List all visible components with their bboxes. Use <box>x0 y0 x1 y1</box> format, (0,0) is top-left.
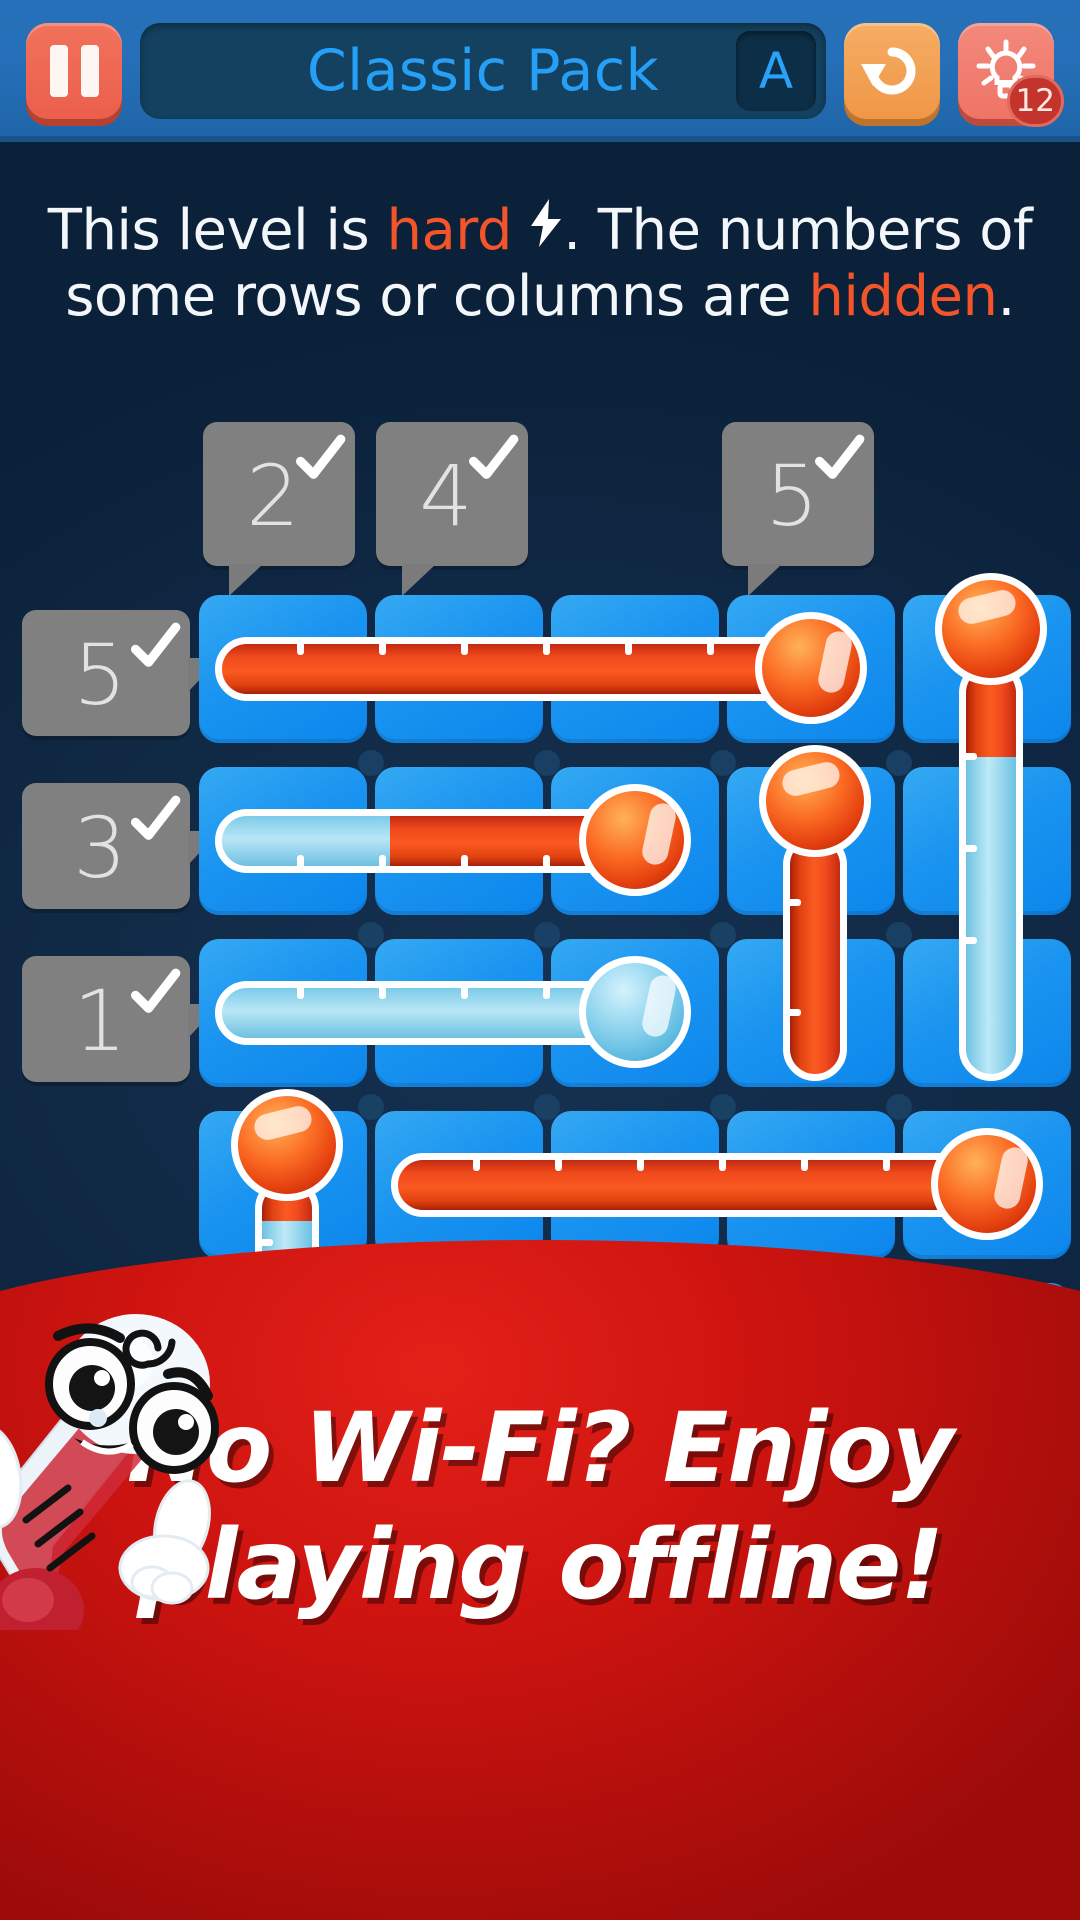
level-instruction: This level is hard . The numbers of some… <box>0 198 1080 330</box>
checkmark-icon <box>129 968 181 1020</box>
row-clue-3[interactable]: 1 <box>22 956 220 1082</box>
column-clue-1-value: 2 <box>246 447 300 545</box>
grid-joint-dot <box>358 1094 384 1120</box>
thermometer-bulb <box>579 956 691 1068</box>
instruction-part3: . <box>997 264 1015 330</box>
level-letter-badge: A <box>736 31 816 111</box>
grid-joint-dot <box>534 1094 560 1120</box>
row-clue-2-value: 3 <box>73 799 127 897</box>
bulb-gloss <box>639 972 679 1040</box>
row-clue-2[interactable]: 3 <box>22 783 220 909</box>
thermometer-c5-vertical[interactable] <box>935 573 1047 1081</box>
lightning-bolt-icon <box>529 199 563 260</box>
checkmark-icon <box>467 434 519 486</box>
row-clue-3-value: 1 <box>73 972 127 1070</box>
checkmark-icon <box>294 434 346 486</box>
column-clue-1[interactable]: 2 <box>203 422 355 596</box>
level-title-pill[interactable]: Classic Pack A <box>140 23 826 119</box>
column-clue-4[interactable]: 5 <box>722 422 874 596</box>
undo-icon <box>861 47 916 95</box>
thermometer-bulb <box>231 1089 343 1201</box>
bulb-gloss <box>251 1103 315 1143</box>
instruction-difficulty: hard <box>386 198 512 263</box>
checkmark-icon <box>129 795 181 847</box>
thermometer-bulb <box>755 612 867 724</box>
thermometer-ticks <box>215 981 629 1045</box>
thermometer-ticks <box>215 637 805 701</box>
grid-joint-dot <box>358 922 384 948</box>
pack-title: Classic Pack <box>306 37 660 104</box>
checkmark-icon <box>813 434 865 486</box>
checkmark-icon <box>129 622 181 674</box>
thermometer-bulb <box>759 745 871 857</box>
grid-joint-dot <box>886 922 912 948</box>
column-clue-4-value: 5 <box>765 447 819 545</box>
grid-joint-dot <box>534 750 560 776</box>
thermometer-r3-horizontal[interactable] <box>215 956 691 1068</box>
grid-joint-dot <box>710 750 736 776</box>
grid-joint-dot <box>710 922 736 948</box>
thermometer-tube <box>959 661 1023 1081</box>
thermometer-ticks <box>215 809 629 873</box>
bulb-gloss <box>779 759 843 799</box>
bulb-gloss <box>815 628 855 696</box>
row-clue-1-value: 5 <box>73 626 127 724</box>
column-clue-2[interactable]: 4 <box>376 422 528 596</box>
row-clue-1[interactable]: 5 <box>22 610 220 736</box>
hint-count-badge: 12 <box>1006 75 1064 127</box>
pause-button[interactable] <box>26 23 122 119</box>
grid-joint-dot <box>358 750 384 776</box>
pause-icon-bar-right <box>80 45 99 97</box>
undo-button[interactable] <box>844 23 940 119</box>
thermometer-bulb <box>935 573 1047 685</box>
thermometer-r1-horizontal[interactable] <box>215 612 867 724</box>
hint-button[interactable]: 12 <box>958 23 1064 127</box>
column-clue-2-value: 4 <box>419 447 473 545</box>
grid-joint-dot <box>886 750 912 776</box>
bulb-gloss <box>639 800 679 868</box>
thermometer-bulb <box>931 1128 1043 1240</box>
thermometer-r2-horizontal[interactable] <box>215 784 691 896</box>
grid-joint-dot <box>710 1094 736 1120</box>
instruction-hidden-word: hidden <box>808 264 998 330</box>
pause-icon-bar-left <box>49 45 68 97</box>
instruction-part1: This level is <box>47 198 387 263</box>
top-toolbar: Classic Pack A 12 <box>0 0 1080 142</box>
thermometer-ticks <box>391 1153 981 1217</box>
grid-joint-dot <box>534 922 560 948</box>
thermometer-tube <box>783 833 847 1081</box>
thermometer-r4-horizontal[interactable] <box>391 1128 1043 1240</box>
thermometer-bulb <box>579 784 691 896</box>
thermometer-fill <box>790 840 840 1074</box>
thermometer-c4-vertical[interactable] <box>759 745 871 1081</box>
thermometer-mascot <box>0 1314 219 1630</box>
bulb-gloss <box>991 1144 1031 1212</box>
bulb-gloss <box>955 587 1019 627</box>
grid-joint-dot <box>886 1094 912 1120</box>
